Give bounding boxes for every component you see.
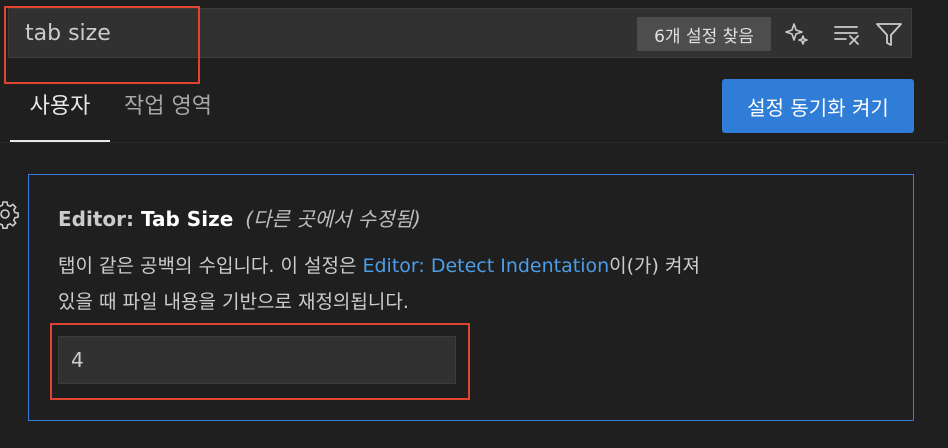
setting-description: 탭이 같은 공백의 수입니다. 이 설정은 Editor: Detect Ind…: [58, 248, 898, 320]
turn-on-settings-sync-button[interactable]: 설정 동기화 켜기: [722, 79, 914, 133]
clear-filter-icon[interactable]: [831, 18, 863, 50]
detect-indentation-link[interactable]: Editor: Detect Indentation: [362, 255, 609, 277]
tab-user[interactable]: 사용자: [10, 88, 110, 140]
setting-category: Editor:: [58, 207, 141, 231]
search-input[interactable]: [25, 9, 585, 57]
tab-workspace[interactable]: 작업 영역: [124, 88, 212, 140]
result-count-badge: 6개 설정 찾음: [637, 17, 771, 51]
search-bar: 6개 설정 찾음: [8, 8, 912, 58]
settings-editor: 6개 설정 찾음 사용자 작업 영역 설정 동기화 켜기: [0, 0, 948, 448]
sparkle-icon[interactable]: [781, 18, 813, 50]
description-line-2: 있을 때 파일 내용을 기반으로 재정의됩니다.: [58, 291, 409, 313]
modified-elsewhere-indicator[interactable]: (다른 곳에서 수정됨): [245, 207, 421, 231]
setting-name: Tab Size: [140, 207, 234, 231]
tab-size-input[interactable]: [58, 336, 456, 384]
setting-title: Editor: Tab Size (다른 곳에서 수정됨): [58, 203, 421, 232]
description-text: 탭이 같은 공백의 수입니다. 이 설정은: [58, 255, 363, 277]
filter-icon[interactable]: [873, 18, 905, 50]
description-text-suffix: 이(가) 켜져: [609, 255, 700, 277]
gear-icon[interactable]: [0, 199, 20, 229]
tabs-divider: [0, 142, 948, 143]
